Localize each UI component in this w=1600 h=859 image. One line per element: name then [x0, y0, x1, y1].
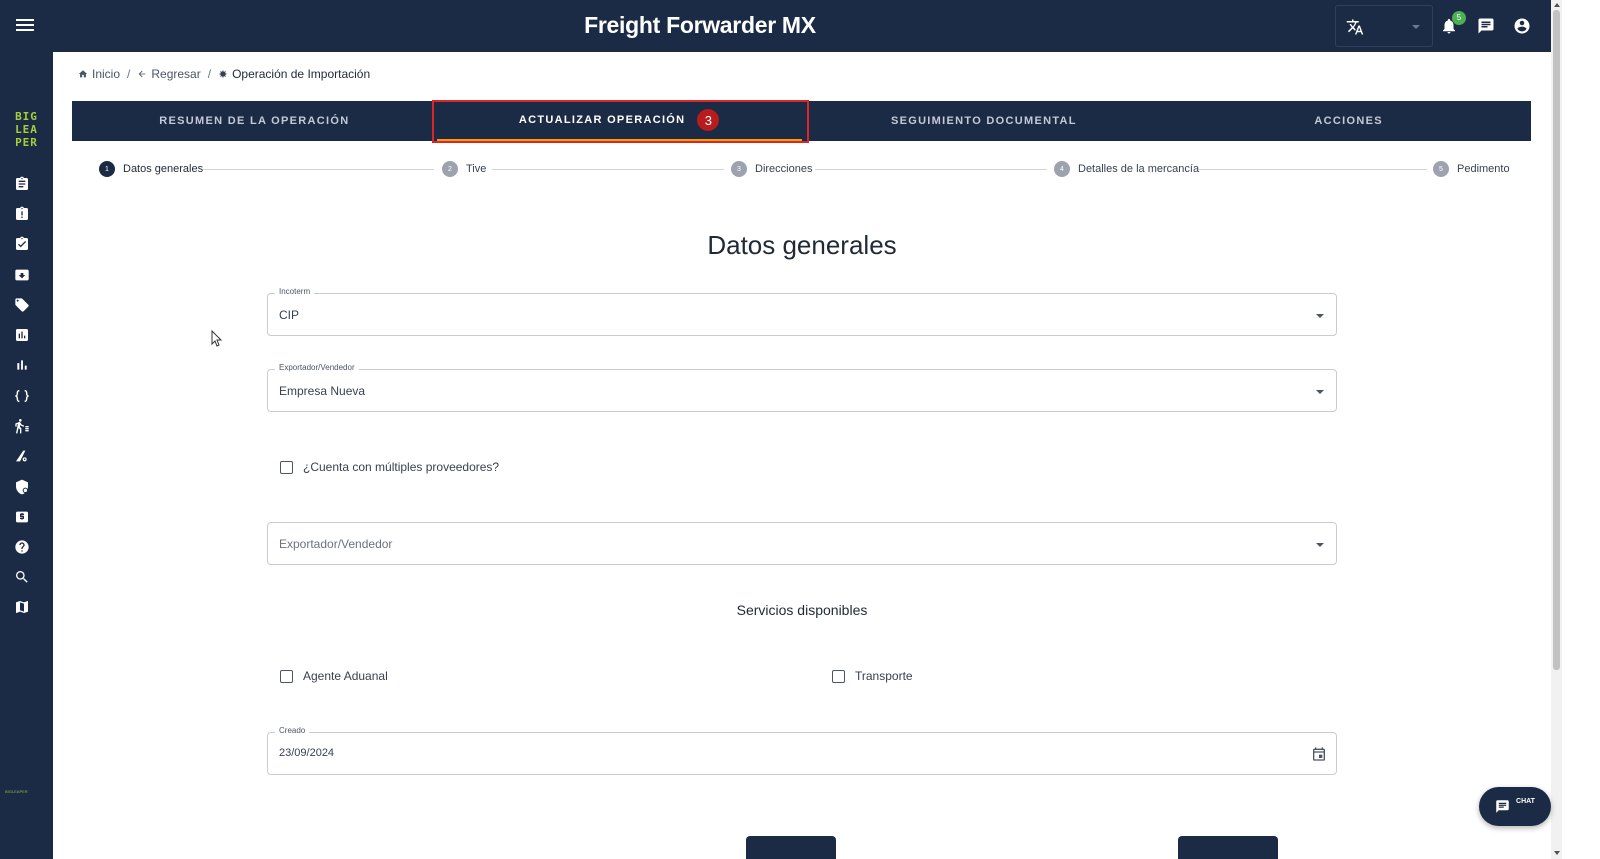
calendar-icon[interactable]: [1311, 746, 1327, 762]
step-pedimento[interactable]: 5 Pedimento: [1433, 161, 1510, 177]
checkbox-box[interactable]: [280, 460, 293, 474]
breadcrumb-back[interactable]: Regresar: [137, 67, 201, 81]
page-scrollbar[interactable]: [1551, 0, 1562, 859]
previous-button[interactable]: [746, 836, 836, 859]
top-bar: Freight Forwarder MX 5: [0, 0, 1551, 52]
cash-icon[interactable]: [14, 509, 30, 525]
service-customs-checkbox[interactable]: Agente Aduanal: [280, 669, 388, 683]
search-icon[interactable]: [14, 569, 30, 585]
breadcrumb-separator: /: [207, 67, 212, 81]
stepper-connector: [202, 169, 434, 170]
stepper-connector: [815, 169, 1047, 170]
clipboard-alert-icon[interactable]: [14, 206, 30, 222]
chat-button[interactable]: CHAT: [1479, 787, 1551, 826]
clipboard-check-icon[interactable]: [14, 236, 30, 252]
chat-icon: [1496, 800, 1509, 813]
step-detalles-mercancia[interactable]: 4 Detalles de la mercancía: [1054, 161, 1200, 177]
home-icon: [78, 70, 88, 78]
tab-seguimiento[interactable]: SEGUIMIENTO DOCUMENTAL: [802, 101, 1167, 141]
chevron-down-icon: [1316, 390, 1324, 394]
chevron-down-icon: [1316, 314, 1324, 318]
app-page: Freight Forwarder MX 5 BIG LEA PER BIGLE…: [0, 0, 1600, 859]
stepper-connector: [1195, 169, 1427, 170]
exporter-secondary-select[interactable]: Exportador/Vendedor: [267, 522, 1337, 565]
breadcrumb-separator: /: [127, 67, 131, 81]
scroll-thumb[interactable]: [1553, 10, 1560, 670]
service-transport-checkbox[interactable]: Transporte: [832, 669, 913, 683]
menu-icon[interactable]: [14, 16, 36, 36]
scroll-down-icon[interactable]: [1554, 851, 1560, 855]
tag-icon[interactable]: [14, 297, 30, 313]
multiple-suppliers-checkbox[interactable]: ¿Cuenta con múltiples proveedores?: [280, 460, 499, 474]
tab-actualizar[interactable]: ACTUALIZAR OPERACIÓN 3: [436, 101, 802, 141]
bar-chart-icon[interactable]: [14, 357, 30, 373]
exporter-select[interactable]: Exportador/Vendedor Empresa Nueva: [267, 363, 1337, 412]
human-walk-icon[interactable]: [14, 418, 30, 434]
map-icon[interactable]: [14, 599, 30, 615]
arrow-left-icon: [139, 70, 146, 78]
code-braces-icon[interactable]: [14, 388, 30, 404]
breadcrumb-current: Operación de Importación: [218, 67, 370, 81]
step-datos-generales[interactable]: 1 Datos generales: [99, 161, 204, 177]
notification-badge: 5: [1452, 11, 1466, 25]
tab-resumen[interactable]: RESUMEN DE LA OPERACIÓN: [72, 101, 437, 141]
form-title: Datos generales: [707, 230, 897, 260]
help-icon[interactable]: [14, 539, 30, 555]
road-icon[interactable]: [14, 448, 30, 464]
mouse-cursor-icon: [211, 330, 223, 347]
footer-logo: BIGLEAPER: [5, 789, 28, 794]
message-icon[interactable]: [1477, 17, 1495, 35]
language-select[interactable]: [1335, 5, 1433, 47]
stepper-connector: [492, 169, 724, 170]
account-circle-icon[interactable]: [1513, 17, 1531, 35]
clipboard-icon[interactable]: [14, 176, 30, 192]
app-title: Freight Forwarder MX: [584, 12, 816, 38]
import-operation-icon: [218, 69, 228, 79]
report-chart-icon[interactable]: [14, 327, 30, 343]
tab-acciones[interactable]: ACCIONES: [1166, 101, 1531, 141]
shield-icon[interactable]: [14, 479, 30, 495]
created-date-field[interactable]: Creado 23/09/2024: [267, 726, 1337, 775]
services-title: Servicios disponibles: [736, 602, 868, 618]
operation-tabs: RESUMEN DE LA OPERACIÓN ACTUALIZAR OPERA…: [72, 101, 1531, 141]
next-button[interactable]: [1178, 836, 1278, 859]
scroll-up-icon[interactable]: [1554, 3, 1560, 7]
sidebar: BIG LEA PER BIGLEAPER: [0, 52, 53, 859]
archive-icon[interactable]: [14, 267, 30, 283]
checkbox-box[interactable]: [832, 669, 845, 683]
step-tive[interactable]: 2 Tive: [442, 161, 487, 177]
breadcrumb: Inicio / Regresar / Operación de Importa…: [78, 67, 370, 81]
incoterm-select[interactable]: Incoterm CIP: [267, 287, 1337, 336]
tab-badge: 3: [697, 109, 720, 131]
breadcrumb-home[interactable]: Inicio: [78, 67, 120, 81]
step-direcciones[interactable]: 3 Direcciones: [731, 161, 813, 177]
chevron-down-icon: [1412, 25, 1420, 29]
chevron-down-icon: [1316, 543, 1324, 547]
brand-logo[interactable]: BIG LEA PER: [0, 103, 53, 155]
translate-icon: [1346, 19, 1364, 35]
checkbox-box[interactable]: [280, 669, 293, 683]
